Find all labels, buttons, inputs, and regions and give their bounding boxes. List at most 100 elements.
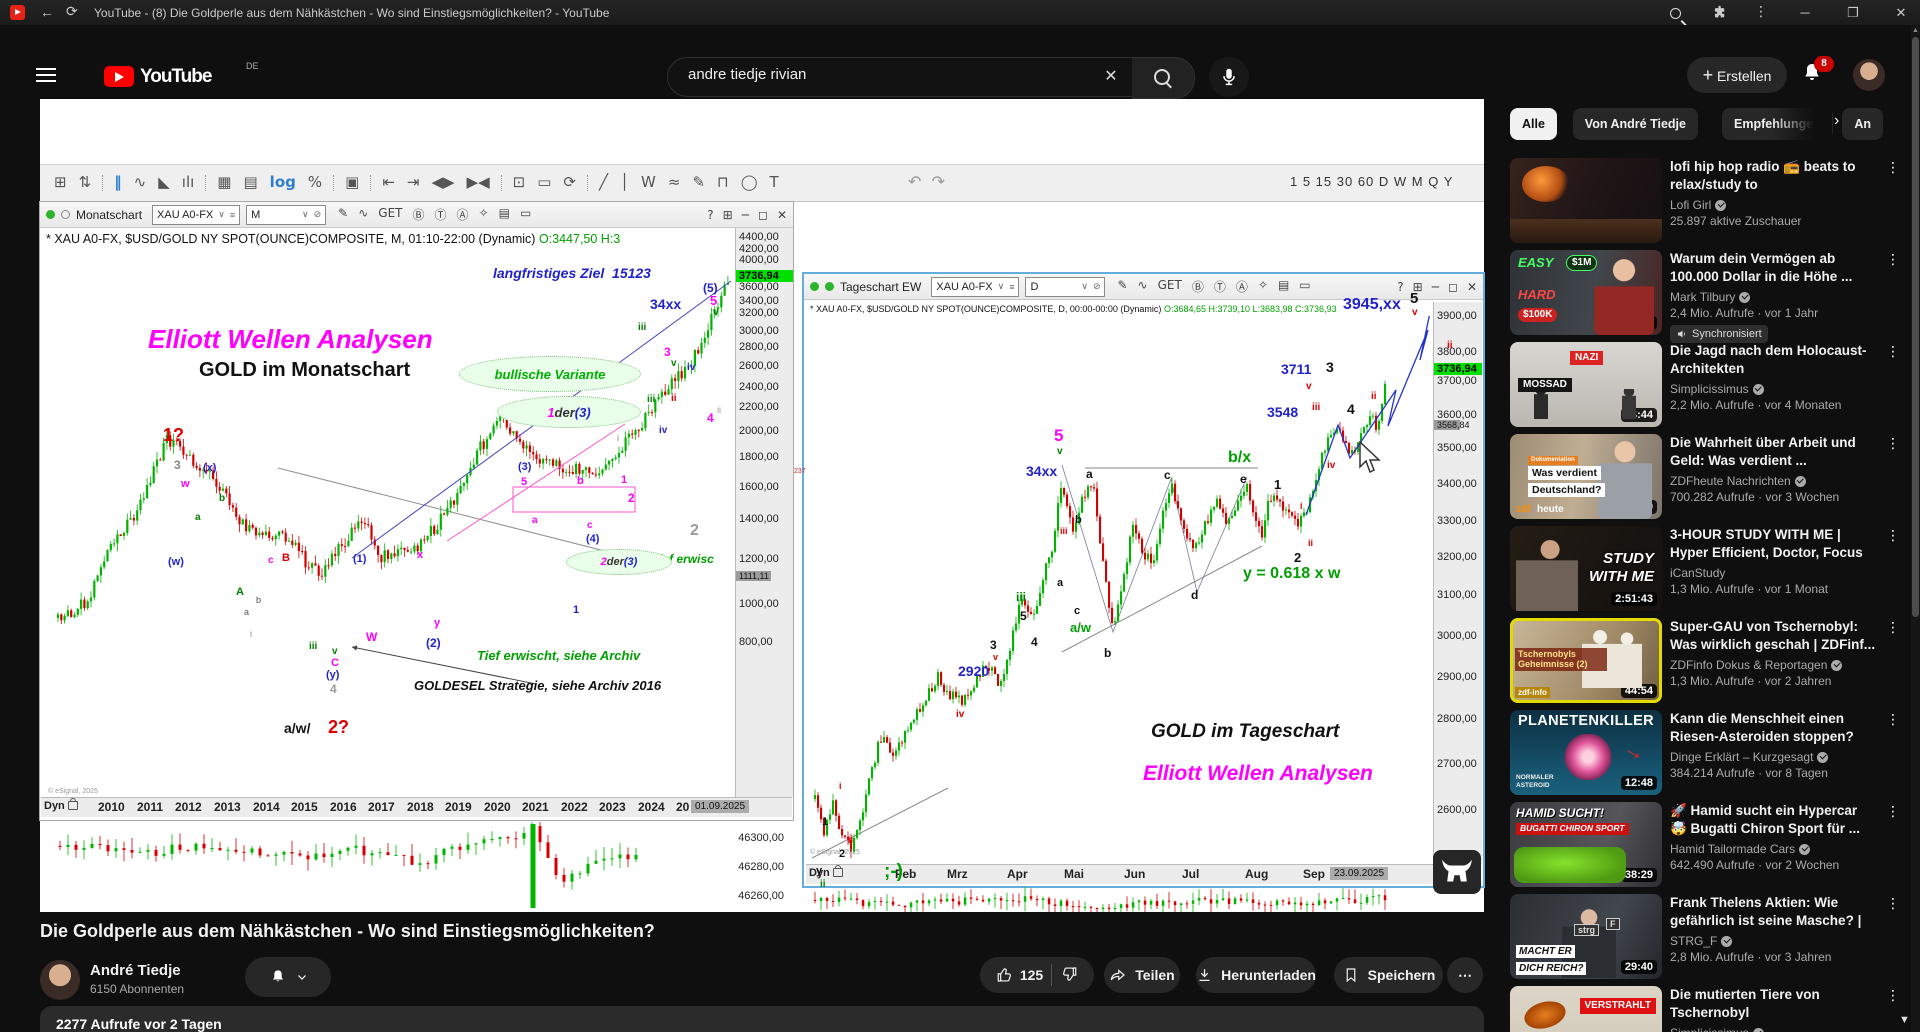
bar-style-icon[interactable]: ılı (182, 165, 195, 199)
wave-tool-icon[interactable]: ≈ (668, 165, 681, 199)
close-window-icon[interactable]: ✕ (1884, 0, 1918, 25)
sidebar-video-item[interactable]: Tschernobyls Geheimnisse (2)zdf-info44:5… (1510, 618, 1902, 706)
video-item-title[interactable]: lofi hip hop radio 📻 beats to relax/stud… (1670, 158, 1876, 194)
channel-name[interactable]: André Tiedje (90, 962, 181, 979)
chart-tool-icon[interactable]: ▤ (499, 206, 510, 223)
help-button[interactable]: ? (707, 208, 713, 222)
filter-chip-alle[interactable]: Alle (1510, 108, 1557, 140)
chart-tool-icon[interactable]: Ⓣ (435, 206, 447, 223)
fib-tool-icon[interactable]: ⊓ (717, 165, 729, 199)
video-thumbnail[interactable]: PLANETENKILLERNORMALER ASTEROID→12:48 (1510, 710, 1662, 795)
chart-tool-icon[interactable]: ✎ (338, 206, 348, 223)
area-style-icon[interactable]: ◣ (158, 165, 170, 199)
video-item-channel[interactable]: Hamid Tailormade Cars (1670, 842, 1876, 856)
trendline-tool-icon[interactable]: ╱ (599, 165, 608, 199)
video-item-title[interactable]: Warum dein Vermögen ab 100.000 Dollar in… (1670, 250, 1876, 286)
filter-chip-von-andr-tiedje[interactable]: Von André Tiedje (1573, 108, 1698, 140)
browser-menu-icon[interactable]: ⋮ (1754, 3, 1768, 21)
sidebar-video-item[interactable]: DokumentationWas verdientDeutschland?zdf… (1510, 434, 1902, 522)
video-item-title[interactable]: Super-GAU von Tschernobyl: Was wirklich … (1670, 618, 1876, 654)
channel-avatar[interactable] (40, 960, 80, 1000)
filter-chip-an[interactable]: An (1842, 108, 1883, 140)
sidebar-video-item[interactable]: PLANETENKILLERNORMALER ASTEROID→12:48Kan… (1510, 710, 1902, 798)
pin-button[interactable]: ⊞ (723, 208, 733, 222)
video-thumbnail[interactable]: NAZIMOSSAD24:44 (1510, 342, 1662, 427)
page-scrollbar[interactable]: ▲ (1911, 25, 1920, 1032)
save-button[interactable]: Speichern (1334, 957, 1443, 993)
shift-left-icon[interactable]: ⇤ (382, 165, 395, 199)
minimize-button[interactable]: ─ (742, 208, 749, 222)
sidebar-video-item[interactable]: VERSTRAHLTDie mutierten Tiere von Tscher… (1510, 986, 1902, 1032)
scrollbar-thumb[interactable] (1912, 37, 1919, 617)
interval-selector[interactable]: 1 5 15 30 60 D W M Q Y (1290, 165, 1453, 199)
video-item-menu-icon[interactable]: ⋮ (1886, 436, 1900, 452)
maximize-button[interactable]: ◻ (1448, 280, 1458, 294)
clear-search-icon[interactable]: ✕ (1100, 66, 1122, 86)
subscribed-bell-button[interactable] (245, 957, 331, 997)
log-scale-icon[interactable]: log (270, 165, 296, 199)
calendar-icon[interactable]: ▣ (345, 165, 359, 199)
chart-tool-icon[interactable]: ✧ (1258, 278, 1268, 295)
sidebar-video-item[interactable]: HAMID SUCHT!BUGATTI CHIRON SPORT38:29🚀 H… (1510, 802, 1902, 890)
chart-tool-icon[interactable]: Ⓣ (1214, 278, 1226, 295)
minimize-button[interactable]: ─ (1432, 280, 1439, 294)
video-item-title[interactable]: 3-HOUR STUDY WITH ME | Hyper Efficient, … (1670, 526, 1876, 562)
video-item-channel[interactable]: ZDFheute Nachrichten (1670, 474, 1876, 488)
redo-icon[interactable]: ↷ (932, 172, 945, 191)
video-thumbnail[interactable]: strgFMACHT ERDICH REICH?29:40 (1510, 894, 1662, 979)
interval-combo[interactable]: D∨⊘ (1025, 277, 1105, 297)
chart-tool-icon[interactable]: Ⓐ (1236, 278, 1248, 295)
expand-bars-icon[interactable]: ◀▶ (431, 165, 454, 199)
video-item-menu-icon[interactable]: ⋮ (1886, 528, 1900, 544)
video-thumbnail[interactable]: LIVE (1510, 158, 1662, 243)
maximize-button[interactable]: ◻ (758, 208, 768, 222)
sidebar-video-item[interactable]: strgFMACHT ERDICH REICH?29:40Frank Thele… (1510, 894, 1902, 982)
video-thumbnail[interactable]: EASY$1MHARD$100K10:13 (1510, 250, 1662, 335)
chart-tool-icon[interactable]: ▭ (1299, 278, 1310, 295)
chart-tool-icon[interactable]: GET (1158, 278, 1182, 295)
video-thumbnail[interactable]: VERSTRAHLT (1510, 986, 1662, 1032)
shift-right-icon[interactable]: ⇥ (407, 165, 420, 199)
video-item-channel[interactable]: ZDFinfo Dokus & Reportagen (1670, 658, 1876, 672)
video-item-title[interactable]: Frank Thelens Aktien: Wie gefährlich ist… (1670, 894, 1876, 930)
video-item-title[interactable]: 🚀 Hamid sucht ein Hypercar 🤯 Bugatti Chi… (1670, 802, 1876, 838)
video-item-channel[interactable]: Simplicissimus (1670, 382, 1876, 396)
monthly-window-header[interactable]: Monatschart XAU A0-FX∨≡ M∨⊘ ✎∿GETⒷⓉⒶ✧▤▭ … (40, 202, 793, 228)
video-thumbnail[interactable]: DokumentationWas verdientDeutschland?zdf… (1510, 434, 1662, 519)
extensions-icon[interactable] (1712, 4, 1726, 22)
vline-tool-icon[interactable]: │ (620, 165, 629, 199)
like-button[interactable]: 125 (996, 966, 1043, 984)
scale-icon[interactable]: ⇅ (79, 165, 92, 199)
ellipse-tool-icon[interactable]: ◯ (741, 165, 758, 199)
sidebar-video-item[interactable]: EASY$1MHARD$100K10:13Warum dein Vermögen… (1510, 250, 1902, 338)
video-thumbnail[interactable]: HAMID SUCHT!BUGATTI CHIRON SPORT38:29 (1510, 802, 1662, 887)
zoom-icon[interactable] (1670, 3, 1681, 21)
account-avatar[interactable] (1853, 59, 1885, 91)
download-button[interactable]: Herunterladen (1196, 957, 1316, 993)
search-box[interactable]: ✕ (667, 57, 1133, 97)
more-actions-button[interactable]: ⋯ (1447, 957, 1483, 993)
search-button[interactable] (1132, 57, 1195, 99)
video-item-title[interactable]: Die Jagd nach dem Holocaust-Architekten (1670, 342, 1876, 378)
share-button[interactable]: Teilen (1104, 957, 1180, 993)
quote-grid-a-icon[interactable]: ▦ (217, 165, 231, 199)
daily-price-axis[interactable]: 3900,003800,003736,943700,003600,003568,… (1433, 302, 1482, 864)
video-item-channel[interactable]: iCanStudy (1670, 566, 1876, 580)
interval-combo[interactable]: M∨⊘ (246, 205, 326, 225)
reload-icon[interactable]: ⟳ (66, 3, 78, 21)
search-input[interactable] (686, 65, 1090, 84)
video-item-title[interactable]: Die Wahrheit über Arbeit und Geld: Was v… (1670, 434, 1876, 470)
dislike-button[interactable] (1060, 965, 1078, 986)
monthly-time-axis[interactable]: Dyn 201020112012201320142015201620172018… (41, 797, 792, 817)
create-button[interactable]: + Erstellen (1687, 57, 1787, 93)
chips-next-icon[interactable]: › (1834, 112, 1839, 130)
chart-tool-icon[interactable]: ✎ (1117, 278, 1127, 295)
restore-window-icon[interactable]: ❐ (1836, 0, 1870, 25)
video-item-menu-icon[interactable]: ⋮ (1886, 252, 1900, 268)
video-item-menu-icon[interactable]: ⋮ (1886, 896, 1900, 912)
voice-search-button[interactable] (1209, 57, 1249, 97)
chart-tool-icon[interactable]: ✧ (479, 206, 489, 223)
video-item-menu-icon[interactable]: ⋮ (1886, 988, 1900, 1004)
quote-grid-s-icon[interactable]: ▤ (243, 165, 257, 199)
chart-tool-icon[interactable]: ∿ (1138, 278, 1148, 295)
